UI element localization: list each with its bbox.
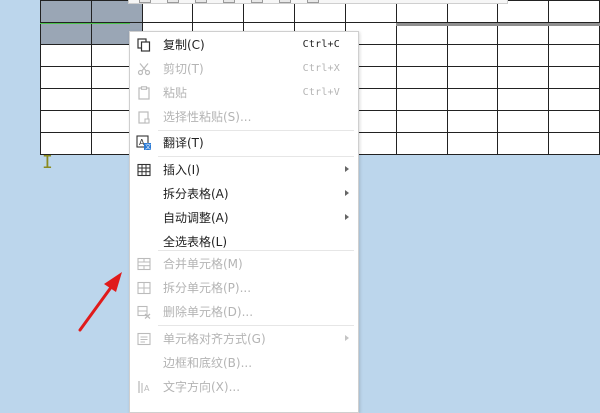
annotation-arrow [78,272,122,332]
